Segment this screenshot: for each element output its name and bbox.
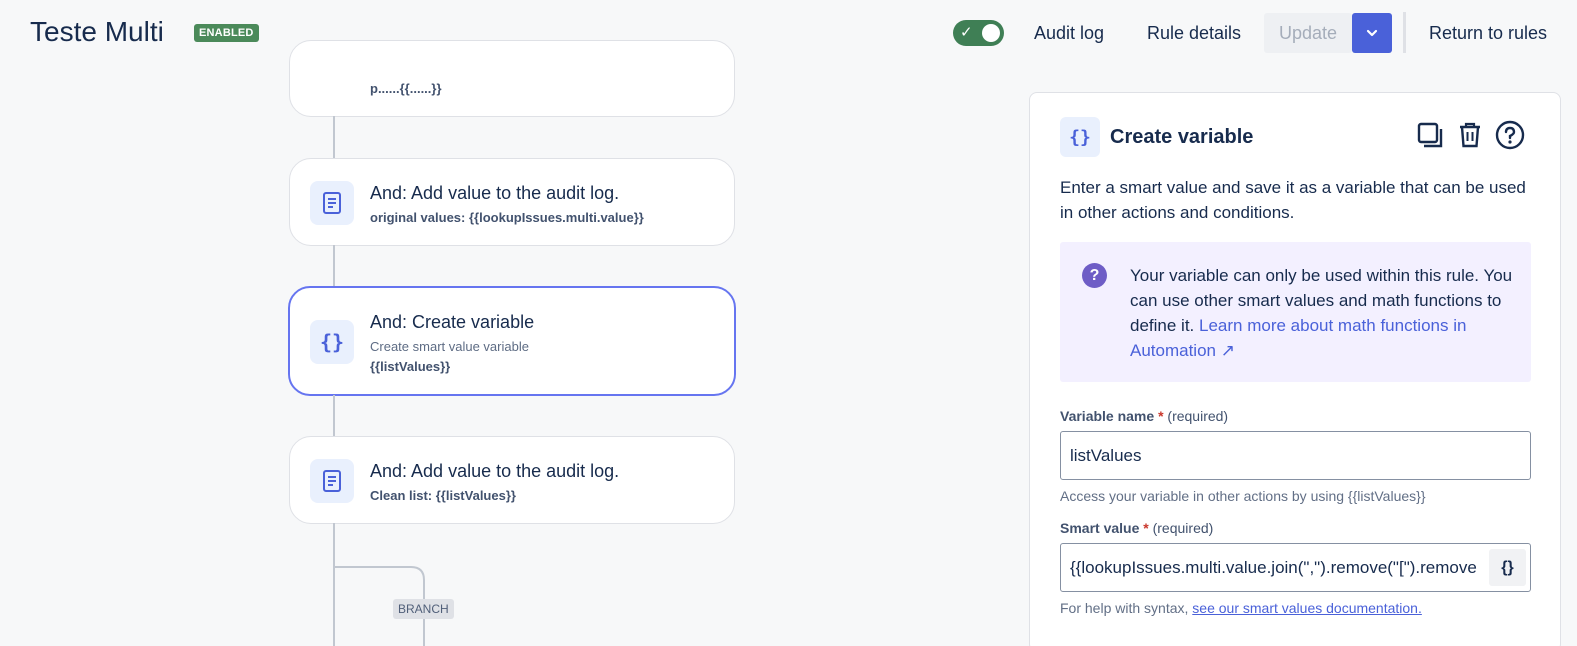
card-title: And: Add value to the audit log.	[370, 461, 620, 481]
smart-value-label: Smart value * (required)	[1060, 520, 1213, 536]
document-icon	[310, 181, 354, 225]
card-title: And: Create variable	[370, 312, 535, 332]
delete-button[interactable]	[1455, 120, 1485, 150]
trash-icon	[1460, 122, 1480, 148]
required-mark: *	[1158, 408, 1164, 424]
smart-value-input[interactable]: {{lookupIssues.multi.value.join(",").rem…	[1060, 543, 1531, 592]
component-config-panel: {} Create variable Enter a smart value a…	[1029, 92, 1561, 646]
chevron-down-icon	[1366, 29, 1378, 37]
curly-braces-icon: {}	[310, 320, 354, 364]
rule-component-card[interactable]: And: Add value to the audit log. Clean l…	[289, 436, 735, 524]
syntax-helper-prefix: For help with syntax,	[1060, 600, 1189, 616]
document-icon	[310, 459, 354, 503]
help-button[interactable]	[1495, 120, 1525, 150]
flow-connector	[333, 116, 335, 159]
curly-braces-icon: {}	[1501, 558, 1514, 576]
update-dropdown-button[interactable]	[1352, 13, 1392, 53]
info-message: Your variable can only be used within th…	[1130, 263, 1520, 363]
panel-toolbar	[1415, 120, 1525, 150]
smart-value-picker-button[interactable]: {}	[1489, 549, 1526, 586]
required-hint: (required)	[1167, 408, 1229, 424]
info-section-message: ? Your variable can only be used within …	[1060, 242, 1531, 382]
variable-name-label: Variable name * (required)	[1060, 408, 1228, 424]
question-icon: ?	[1082, 263, 1107, 288]
return-to-rules-button[interactable]: Return to rules	[1429, 23, 1547, 44]
toggle-knob	[982, 24, 1000, 42]
card-subtitle: original values: {{lookupIssues.multi.va…	[370, 210, 644, 225]
branch-label[interactable]: BRANCH	[393, 599, 454, 619]
variable-helper-text: Access your variable in other actions by…	[1060, 488, 1426, 504]
rule-enabled-toggle[interactable]: ✓	[953, 20, 1004, 46]
flow-connector	[333, 245, 335, 288]
checkmark-icon: ✓	[960, 24, 973, 41]
syntax-helper-text: For help with syntax, see our smart valu…	[1060, 600, 1422, 616]
card-subtitle: {{listValues}}	[370, 359, 451, 374]
curly-braces-icon: {}	[1060, 117, 1100, 157]
header: Teste Multi ENABLED ✓ Audit log Rule det…	[0, 0, 1577, 70]
page-title: Teste Multi	[30, 16, 164, 47]
card-subtitle: p......{{......}}	[370, 81, 442, 96]
rule-component-card[interactable]: And: Add value to the audit log. origina…	[289, 158, 735, 246]
status-badge: ENABLED	[194, 24, 259, 42]
copy-button[interactable]	[1415, 120, 1445, 150]
rule-details-button[interactable]: Rule details	[1147, 23, 1241, 44]
card-subtitle: Clean list: {{listValues}}	[370, 488, 516, 503]
required-mark: *	[1143, 520, 1149, 536]
required-hint: (required)	[1152, 520, 1214, 536]
divider	[1403, 12, 1406, 53]
card-title: And: Add value to the audit log.	[370, 183, 620, 203]
update-button[interactable]: Update	[1264, 13, 1352, 53]
field-label-text: Smart value	[1060, 520, 1140, 536]
smart-value-text[interactable]: {{lookupIssues.multi.value.join(",").rem…	[1070, 558, 1485, 578]
rule-component-card-selected[interactable]: {} And: Create variable Create smart val…	[288, 286, 736, 396]
copy-icon	[1417, 122, 1443, 148]
smart-values-docs-link[interactable]: see our smart values documentation.	[1192, 600, 1422, 616]
audit-log-button[interactable]: Audit log	[1034, 23, 1104, 44]
variable-name-input[interactable]	[1060, 431, 1531, 480]
help-icon	[1495, 120, 1525, 150]
flow-connector	[333, 395, 335, 438]
rule-component-card-partial[interactable]: p......{{......}}	[289, 40, 735, 117]
field-label-text: Variable name	[1060, 408, 1155, 424]
panel-title: Create variable	[1110, 126, 1254, 148]
panel-description: Enter a smart value and save it as a var…	[1060, 178, 1526, 222]
card-description: Create smart value variable	[370, 339, 529, 354]
